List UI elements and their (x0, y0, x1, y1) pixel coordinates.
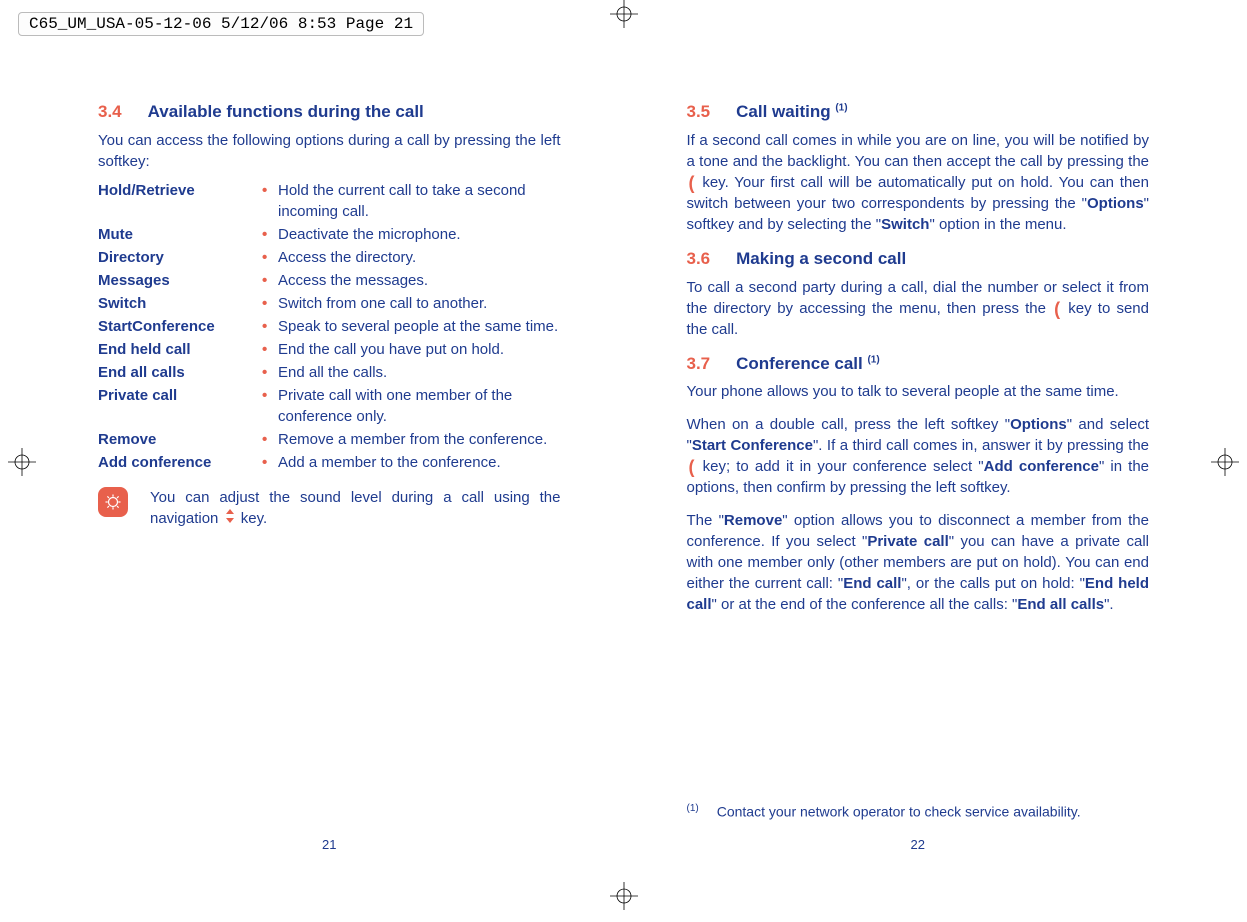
function-row: Hold/Retrieve•Hold the current call to t… (98, 180, 561, 222)
navigation-key-icon (225, 508, 235, 529)
function-name: Hold/Retrieve (98, 180, 262, 201)
function-name: Mute (98, 224, 262, 245)
function-description: Speak to several people at the same time… (278, 316, 561, 337)
function-name: Directory (98, 247, 262, 268)
bullet-icon: • (262, 385, 278, 406)
function-row: Add conference•Add a member to the confe… (98, 452, 561, 473)
function-row: Switch•Switch from one call to another. (98, 293, 561, 314)
section-3-7-p2: When on a double call, press the left so… (687, 414, 1150, 498)
footnote-ref: (1) (835, 102, 847, 113)
footnote-ref: (1) (867, 354, 879, 365)
section-title: Making a second call (736, 249, 906, 268)
tip-icon (98, 487, 128, 517)
bullet-icon: • (262, 270, 278, 291)
bullet-icon: • (262, 247, 278, 268)
bullet-icon: • (262, 293, 278, 314)
section-number: 3.4 (98, 102, 122, 121)
page-number-left: 21 (70, 836, 589, 854)
function-name: Switch (98, 293, 262, 314)
footnote: (1) Contact your network operator to chec… (687, 802, 1150, 822)
function-description: Switch from one call to another. (278, 293, 561, 314)
section-3-5-body: If a second call comes in while you are … (687, 130, 1150, 235)
function-description: Access the directory. (278, 247, 561, 268)
section-number: 3.6 (687, 249, 711, 268)
section-3-6-body: To call a second party during a call, di… (687, 277, 1150, 340)
function-description: Hold the current call to take a second i… (278, 180, 561, 222)
function-description: Access the messages. (278, 270, 561, 291)
tip-text: You can adjust the sound level during a … (150, 487, 561, 530)
print-job-header: C65_UM_USA-05-12-06 5/12/06 8:53 Page 21 (18, 12, 424, 36)
registration-mark-bottom-icon (610, 882, 638, 916)
section-3-4-intro: You can access the following options dur… (98, 130, 561, 172)
section-title: Available functions during the call (148, 102, 424, 121)
function-name: StartConference (98, 316, 262, 337)
page-left: 3.4 Available functions during the call Y… (70, 70, 589, 862)
bullet-icon: • (262, 339, 278, 360)
function-description: Remove a member from the conference. (278, 429, 561, 450)
page-spread: 3.4 Available functions during the call Y… (70, 70, 1177, 862)
function-name: Add conference (98, 452, 262, 473)
section-number: 3.5 (687, 102, 711, 121)
function-name: Private call (98, 385, 262, 406)
section-3-7-heading: 3.7 Conference call (1) (687, 352, 1150, 376)
section-title: Call waiting (736, 102, 835, 121)
functions-list: Hold/Retrieve•Hold the current call to t… (98, 180, 561, 473)
function-description: End all the calls. (278, 362, 561, 383)
function-row: End all calls•End all the calls. (98, 362, 561, 383)
function-description: End the call you have put on hold. (278, 339, 561, 360)
bullet-icon: • (262, 224, 278, 245)
function-row: Mute•Deactivate the microphone. (98, 224, 561, 245)
footnote-text: Contact your network operator to check s… (717, 803, 1081, 819)
function-row: Directory•Access the directory. (98, 247, 561, 268)
function-description: Deactivate the microphone. (278, 224, 561, 245)
footnote-marker: (1) (687, 803, 699, 814)
section-3-6-heading: 3.6 Making a second call (687, 247, 1150, 271)
function-row: Private call•Private call with one membe… (98, 385, 561, 427)
tip-note: You can adjust the sound level during a … (98, 487, 561, 530)
registration-mark-left-icon (8, 448, 36, 482)
section-title: Conference call (736, 354, 867, 373)
call-key-icon: ( (689, 460, 695, 474)
function-name: End all calls (98, 362, 262, 383)
bullet-icon: • (262, 452, 278, 473)
section-3-7-p3: The "Remove" option allows you to discon… (687, 510, 1150, 615)
section-3-5-heading: 3.5 Call waiting (1) (687, 100, 1150, 124)
page-number-right: 22 (659, 836, 1178, 854)
section-3-4-heading: 3.4 Available functions during the call (98, 100, 561, 124)
bullet-icon: • (262, 429, 278, 450)
function-name: Messages (98, 270, 262, 291)
call-key-icon: ( (689, 176, 695, 190)
function-row: Remove•Remove a member from the conferen… (98, 429, 561, 450)
section-3-7-p1: Your phone allows you to talk to several… (687, 381, 1150, 402)
function-row: Messages•Access the messages. (98, 270, 561, 291)
function-name: End held call (98, 339, 262, 360)
bullet-icon: • (262, 316, 278, 337)
function-description: Add a member to the conference. (278, 452, 561, 473)
function-row: End held call•End the call you have put … (98, 339, 561, 360)
section-number: 3.7 (687, 354, 711, 373)
function-row: StartConference•Speak to several people … (98, 316, 561, 337)
registration-mark-right-icon (1211, 448, 1239, 482)
function-name: Remove (98, 429, 262, 450)
function-description: Private call with one member of the conf… (278, 385, 561, 427)
call-key-icon: ( (1054, 302, 1060, 316)
bullet-icon: • (262, 180, 278, 201)
page-right: 3.5 Call waiting (1) If a second call com… (659, 70, 1178, 862)
registration-mark-top-icon (610, 0, 638, 34)
bullet-icon: • (262, 362, 278, 383)
